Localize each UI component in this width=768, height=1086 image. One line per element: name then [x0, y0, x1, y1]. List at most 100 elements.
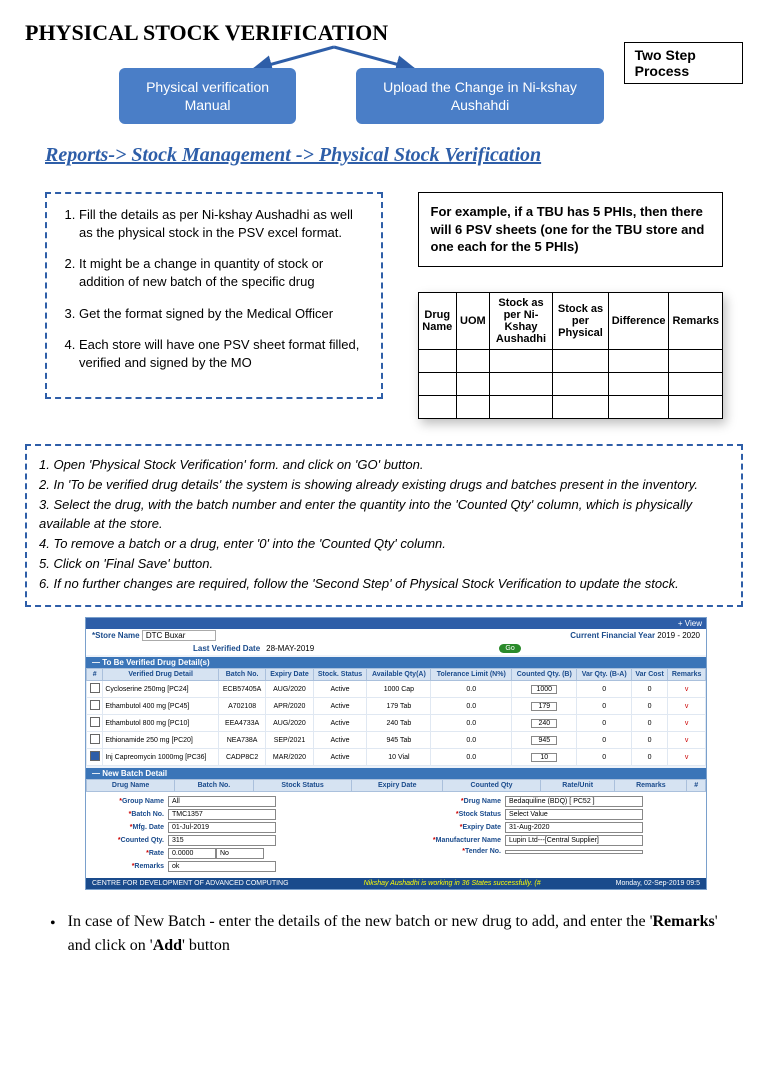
table-header: Expiry Date [352, 780, 443, 792]
note-text: In case of New Batch - enter the details… [68, 913, 653, 930]
new-batch-note: • In case of New Batch - enter the detai… [50, 910, 718, 958]
store-name-field[interactable]: DTC Buxar [142, 630, 217, 641]
new-batch-section-header: — New Batch Detail [86, 768, 706, 779]
app-screenshot: + View *Store Name DTC Buxar Current Fin… [85, 617, 707, 890]
sheet-header: Remarks [669, 293, 723, 350]
expiry-date-label: Expiry Date [411, 824, 505, 831]
table-header: Verified Drug Detail [103, 669, 219, 681]
note-bold: Remarks [653, 913, 715, 930]
psv-sheet-sample: Drug Name UOM Stock as per Ni-Kshay Aush… [418, 292, 724, 419]
remarks-field[interactable]: ok [168, 861, 276, 872]
steps-box: 1. Open 'Physical Stock Verification' fo… [25, 444, 743, 607]
rate-label: Rate [94, 850, 168, 857]
counted-qty-label: Counted Qty. [94, 837, 168, 844]
step-line: 2. In 'To be verified drug details' the … [39, 476, 729, 494]
mfg-date-label: Mfg. Date [94, 824, 168, 831]
manual-box: Physical verification Manual [119, 68, 297, 124]
last-verified-label: Last Verified Date [193, 644, 260, 653]
table-row: Cycloserine 250mg [PC24]ECB57405AAUG/202… [87, 681, 706, 698]
drug-name-field[interactable]: Bedaquiline (BDQ) [ PC52 ] [505, 796, 643, 807]
step-line: 1. Open 'Physical Stock Verification' fo… [39, 456, 729, 474]
table-header: Expiry Date [266, 669, 313, 681]
expiry-date-field[interactable]: 31-Aug-2020 [505, 822, 643, 833]
instructions-list: Fill the details as per Ni-kshay Aushadh… [61, 206, 367, 371]
counted-qty-field[interactable]: 315 [168, 835, 276, 846]
table-header: Drug Name [87, 780, 175, 792]
table-header: Remarks [615, 780, 687, 792]
checkbox[interactable] [90, 683, 100, 693]
example-box: For example, if a TBU has 5 PHIs, then t… [418, 192, 724, 267]
table-row: Ethambutol 400 mg [PC45]A702108APR/2020A… [87, 698, 706, 715]
go-button[interactable]: Go [499, 644, 520, 653]
sheet-header: Stock as per Physical [553, 293, 608, 350]
manufacturer-field[interactable]: Lupin Ltd---[Central Supplier] [505, 835, 643, 846]
sheet-header: Drug Name [418, 293, 457, 350]
group-name-field[interactable]: All [168, 796, 276, 807]
form-right-col: Drug NameBedaquiline (BDQ) [ PC52 ] Stoc… [411, 796, 698, 874]
table-header: Tolerance Limit (N%) [431, 669, 512, 681]
table-header: Available Qty(A) [367, 669, 431, 681]
process-boxes-row: Physical verification Manual Upload the … [25, 68, 743, 124]
mfg-date-field[interactable]: 01-Jul-2019 [168, 822, 276, 833]
table-header: Counted Qty. (B) [512, 669, 577, 681]
list-item: It might be a change in quantity of stoc… [79, 255, 367, 290]
list-item: Get the format signed by the Medical Off… [79, 305, 367, 323]
note-text: ' button [182, 937, 230, 954]
last-verified-value: 28-MAY-2019 [266, 644, 314, 653]
checkbox[interactable] [90, 751, 100, 761]
table-header: Stock Status [253, 780, 352, 792]
batch-no-label: Batch No. [94, 811, 168, 818]
sheet-header: Stock as per Ni-Kshay Aushadhi [489, 293, 553, 350]
remarks-label: Remarks [94, 863, 168, 870]
breadcrumb: Reports-> Stock Management -> Physical S… [45, 144, 743, 167]
bullet-icon: • [50, 912, 56, 958]
table-header: Stock. Status [313, 669, 367, 681]
batch-no-field[interactable]: TMC1357 [168, 809, 276, 820]
table-header: # [87, 669, 103, 681]
rate-unit-field[interactable]: No [216, 848, 264, 859]
table-row: Ethambutol 800 mg [PC10]EEA4733AAUG/2020… [87, 715, 706, 732]
footer-org: CENTRE FOR DEVELOPMENT OF ADVANCED COMPU… [92, 880, 289, 887]
fy-label: Current Financial Year [570, 631, 655, 640]
sheet-header: Difference [608, 293, 669, 350]
stock-status-field[interactable]: Select Value [505, 809, 643, 820]
table-row: Ethionamide 250 mg [PC20]NEA738ASEP/2021… [87, 732, 706, 749]
table-header: Var Qty. (B-A) [577, 669, 631, 681]
fy-value: 2019 - 2020 [657, 631, 700, 640]
form-left-col: Group NameAll Batch No.TMC1357 Mfg. Date… [94, 796, 381, 874]
table-header: Remarks [668, 669, 706, 681]
step-line: 5. Click on 'Final Save' button. [39, 555, 729, 573]
group-name-label: Group Name [94, 798, 168, 805]
table-header: Rate/Unit [540, 780, 614, 792]
view-link[interactable]: + View [678, 619, 702, 628]
new-batch-table: Drug NameBatch No.Stock StatusExpiry Dat… [86, 779, 706, 792]
stock-status-label: Stock Status [411, 811, 505, 818]
instructions-box: Fill the details as per Ni-kshay Aushadh… [45, 192, 383, 399]
store-name-label: *Store Name [92, 631, 140, 640]
step-line: 6. If no further changes are required, f… [39, 575, 729, 593]
manufacturer-label: Manufacturer Name [411, 837, 505, 844]
verified-drug-table: #Verified Drug DetailBatch No.Expiry Dat… [86, 668, 706, 766]
checkbox[interactable] [90, 717, 100, 727]
table-header: # [687, 780, 706, 792]
note-bold: Add [153, 937, 182, 954]
footer-date: Monday, 02-Sep-2019 09:5 [616, 880, 700, 887]
two-step-tag: Two Step Process [624, 42, 743, 84]
list-item: Each store will have one PSV sheet forma… [79, 336, 367, 371]
drug-name-label: Drug Name [411, 798, 505, 805]
tender-no-label: Tender No. [411, 848, 505, 855]
table-header: Var Cost [631, 669, 667, 681]
table-header: Batch No. [218, 669, 265, 681]
step-line: 3. Select the drug, with the batch numbe… [39, 496, 729, 532]
checkbox[interactable] [90, 700, 100, 710]
checkbox[interactable] [90, 734, 100, 744]
sheet-header: UOM [457, 293, 490, 350]
table-row: Inj Capreomycin 1000mg [PC36]CADP8C2MAR/… [87, 749, 706, 766]
upload-box: Upload the Change in Ni-kshay Aushahdi [356, 68, 603, 124]
rate-field[interactable]: 0.0000 [168, 848, 216, 859]
step-line: 4. To remove a batch or a drug, enter '0… [39, 535, 729, 553]
table-header: Batch No. [175, 780, 253, 792]
table-header: Counted Qty [443, 780, 541, 792]
tender-no-field[interactable] [505, 850, 643, 854]
verified-section-header: — To Be Verified Drug Detail(s) [86, 657, 706, 668]
